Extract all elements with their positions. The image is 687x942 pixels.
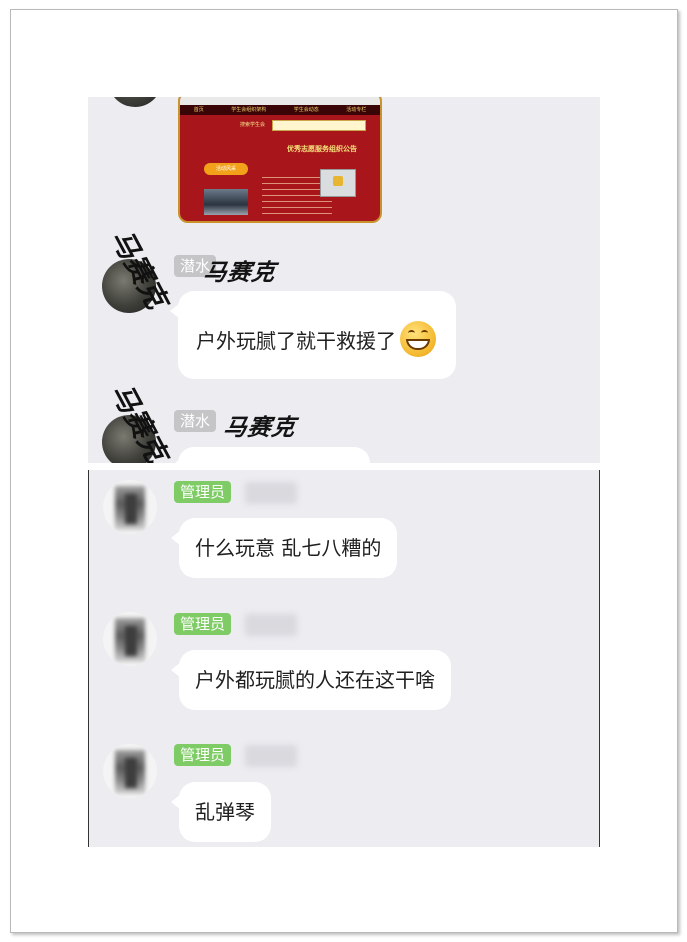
site-thumbnail — [320, 169, 356, 197]
emoji-eye — [421, 329, 428, 336]
avatar-blur — [125, 626, 137, 656]
site-nav-item: 活动专栏 — [346, 107, 367, 113]
site-search-label: 搜索学生会 — [240, 122, 266, 128]
chat-panel-bottom: 管理员 什么玩意 乱七八糟的 管理员 户外都玩腻的人还在这干啥 管理员 乱弹琴 — [88, 470, 600, 847]
avatar-blur — [125, 494, 137, 524]
avatar-blur — [125, 758, 137, 788]
avatar[interactable] — [108, 97, 162, 107]
member-badge: 潜水 — [174, 410, 217, 432]
site-pill: 活动风采 — [204, 163, 248, 175]
message-bubble[interactable] — [170, 447, 370, 463]
grin-emoji-icon — [400, 320, 436, 357]
avatar[interactable] — [103, 480, 157, 534]
admin-badge: 管理员 — [174, 481, 232, 503]
sender-name-blurred — [245, 745, 297, 767]
admin-badge: 管理员 — [174, 744, 232, 766]
site-nav-item: 首页 — [193, 107, 204, 113]
shared-screenshot-image[interactable]: 首页 学生会组织架构 学生会动态 活动专栏 搜索学生会 优秀志愿服务组织公告 活… — [178, 97, 382, 223]
site-nav-item: 学生会组织架构 — [231, 107, 267, 113]
chat-panel-top: 首页 学生会组织架构 学生会动态 活动专栏 搜索学生会 优秀志愿服务组织公告 活… — [88, 97, 600, 463]
site-search-box — [272, 120, 366, 131]
sender-name-blurred — [245, 482, 297, 504]
avatar[interactable] — [103, 744, 157, 798]
site-nav: 首页 学生会组织架构 学生会动态 活动专栏 — [180, 105, 380, 115]
sender-nickname: 马赛克 — [201, 259, 278, 286]
sender-name-blurred — [245, 614, 297, 636]
message-text: 乱弹琴 — [195, 800, 255, 824]
sender-nickname: 马赛克 — [221, 414, 298, 441]
message-text: 户外都玩腻的人还在这干啥 — [195, 668, 435, 692]
admin-badge: 管理员 — [174, 613, 232, 635]
browser-bar — [180, 97, 380, 105]
message-bubble[interactable]: 乱弹琴 — [171, 782, 271, 842]
site-photo — [204, 189, 248, 215]
warning-icon — [333, 176, 343, 186]
message-text: 什么玩意 乱七八糟的 — [195, 536, 382, 560]
message-text: 户外玩腻了就干救援了 — [196, 329, 396, 353]
emoji-mouth — [406, 338, 430, 350]
avatar[interactable] — [103, 612, 157, 666]
message-bubble[interactable]: 什么玩意 乱七八糟的 — [170, 518, 398, 578]
site-nav-item: 学生会动态 — [293, 107, 319, 113]
site-heading: 优秀志愿服务组织公告 — [287, 145, 357, 153]
message-bubble[interactable]: 户外玩腻了就干救援了 — [170, 291, 456, 379]
message-bubble[interactable]: 户外都玩腻的人还在这干啥 — [171, 650, 451, 710]
emoji-eye — [408, 329, 415, 336]
